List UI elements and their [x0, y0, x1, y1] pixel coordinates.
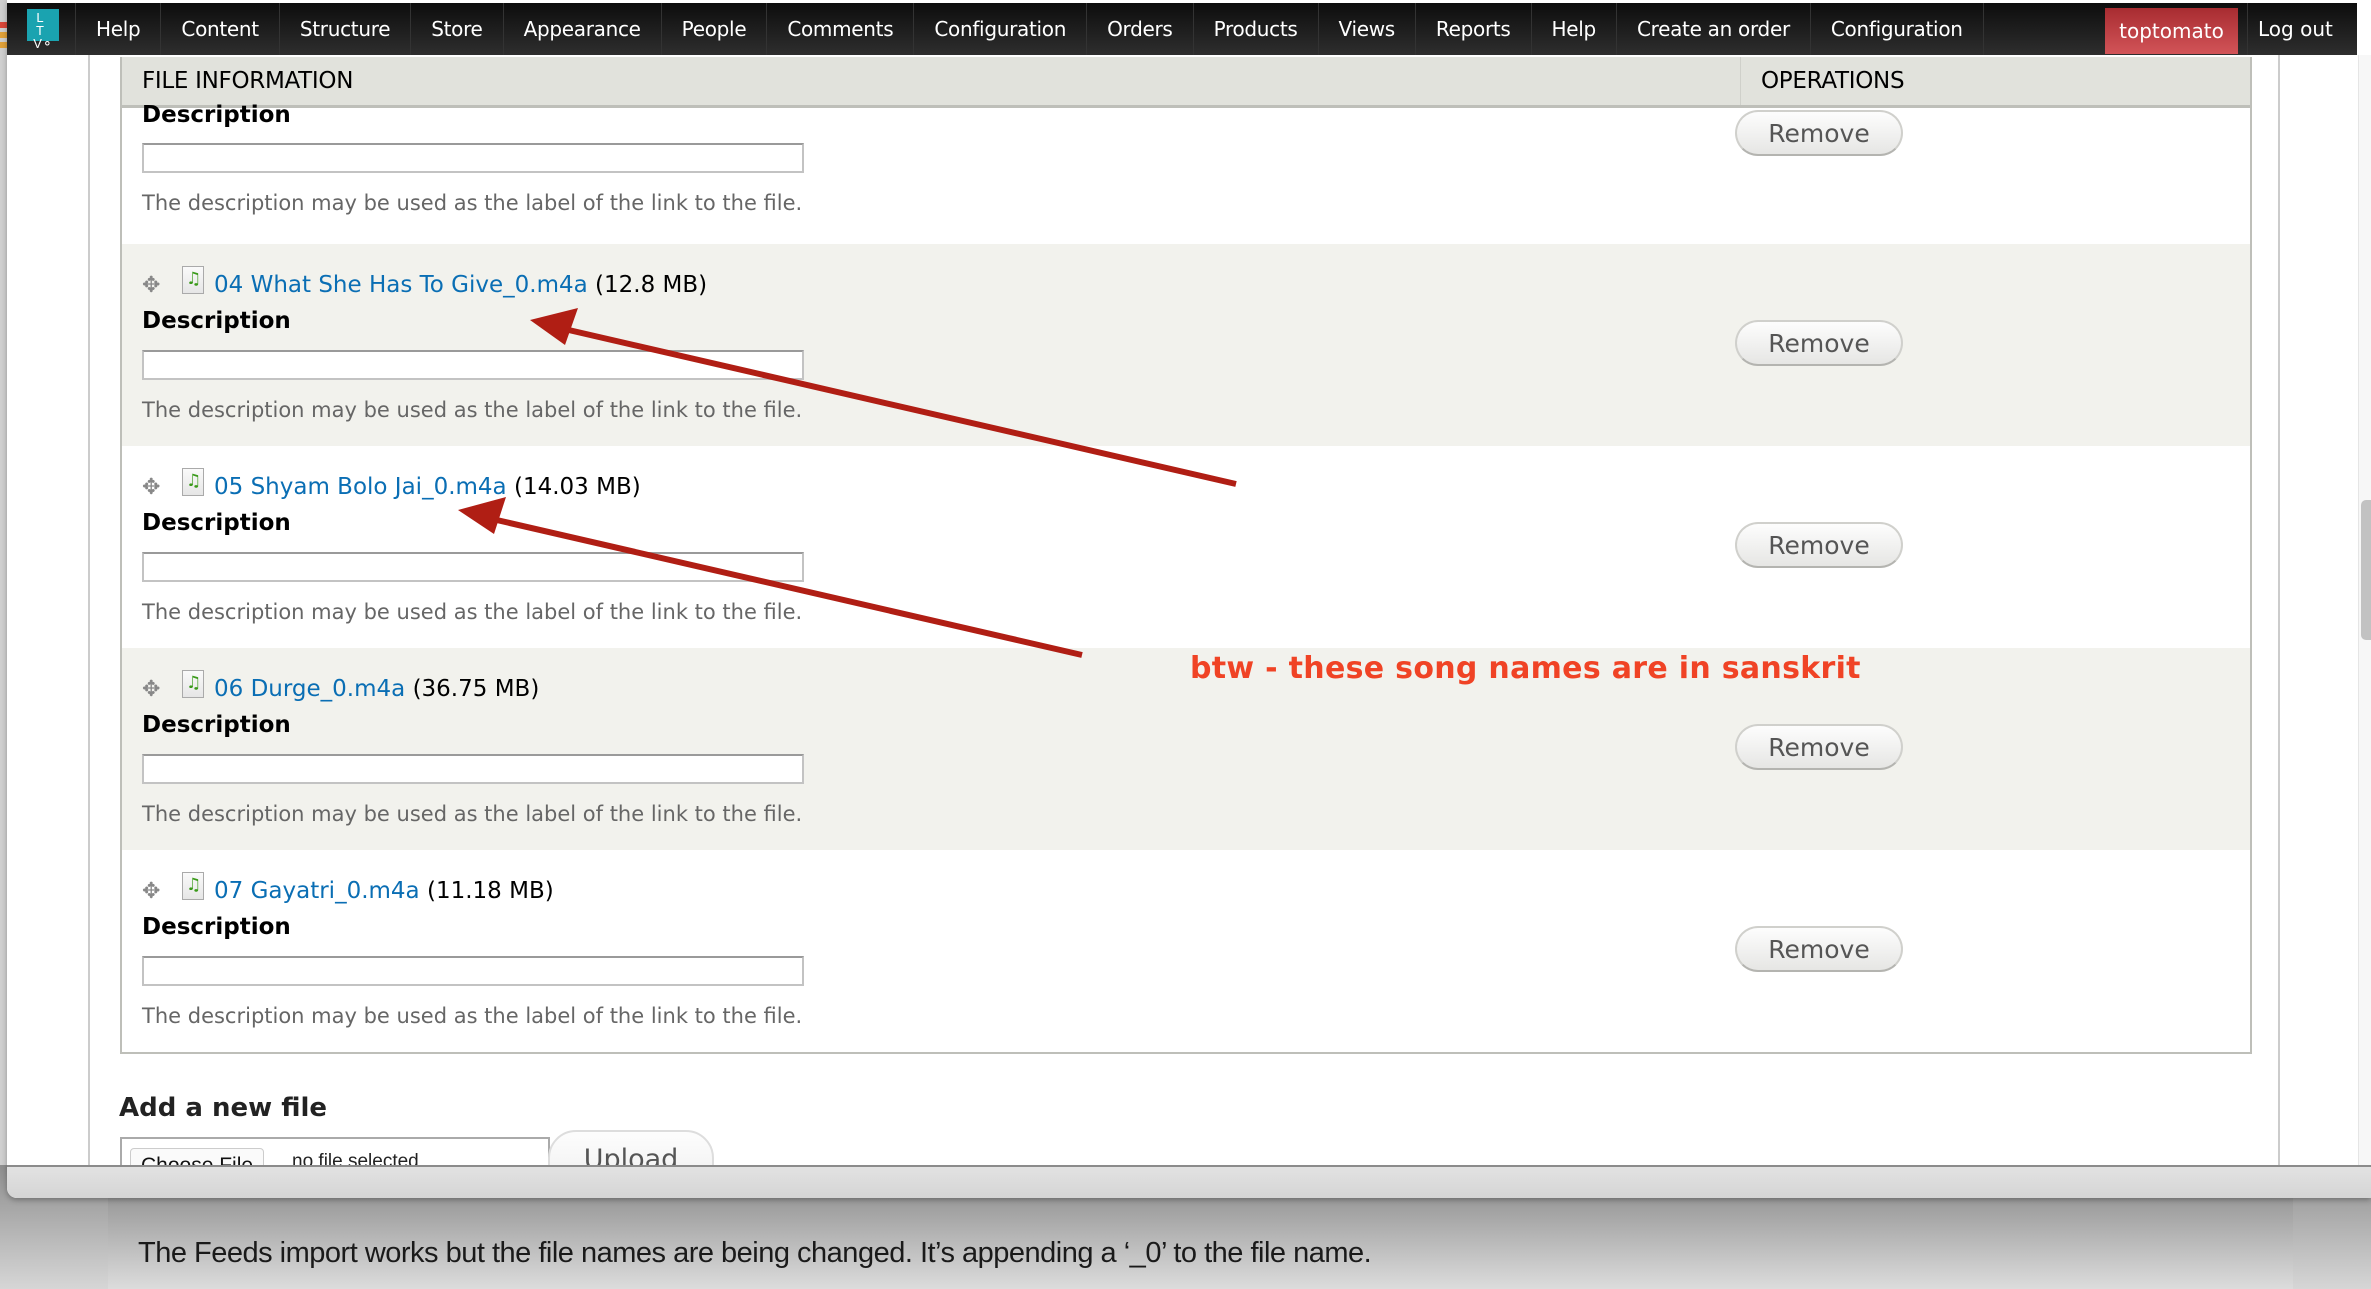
scrollbar-thumb[interactable] [2361, 500, 2371, 640]
nav-reports[interactable]: Reports [1414, 3, 1531, 55]
description-help-text: The description may be used as the label… [142, 191, 803, 215]
nav-configuration-2[interactable]: Configuration [1809, 3, 1984, 55]
nav-store[interactable]: Store [410, 3, 502, 55]
file-title: ✥ 06 Durge_0.m4a (36.75 MB) [142, 670, 539, 702]
description-input[interactable] [142, 552, 804, 582]
file-title: ✥ 07 Gayatri_0.m4a (11.18 MB) [142, 872, 554, 904]
description-help-text: The description may be used as the label… [142, 398, 803, 422]
nav-comments[interactable]: Comments [766, 3, 913, 55]
nav-configuration[interactable]: Configuration [913, 3, 1086, 55]
file-size: (11.18 MB) [426, 878, 554, 904]
user-account-link[interactable]: toptomato [2105, 8, 2238, 54]
table-row-partial: Description The description may be used … [122, 102, 2250, 244]
nav-people[interactable]: People [660, 3, 767, 55]
drag-handle-icon[interactable]: ✥ [142, 475, 182, 500]
table-row: ✥ 06 Durge_0.m4a (36.75 MB) Description T… [122, 648, 2250, 850]
remove-button[interactable]: Remove [1735, 320, 1903, 366]
toolbar-menu: Help Content Structure Store Appearance … [75, 3, 1984, 55]
choose-file-button[interactable]: Choose File [130, 1148, 265, 1165]
browser-tab-markers [0, 22, 7, 52]
file-title: ✥ 05 Shyam Bolo Jai_0.m4a (14.03 MB) [142, 468, 641, 500]
file-size: (12.8 MB) [595, 272, 708, 298]
right-column-divider [2278, 55, 2280, 1165]
description-label: Description [142, 308, 291, 334]
description-input[interactable] [142, 143, 804, 173]
file-link[interactable]: 04 What She Has To Give_0.m4a [214, 272, 588, 298]
logout-link[interactable]: Log out [2247, 3, 2333, 55]
nav-products[interactable]: Products [1192, 3, 1318, 55]
nav-content[interactable]: Content [160, 3, 278, 55]
logo-v-headphones-icon: V⚬ [33, 36, 53, 51]
logo-lt: L T [36, 10, 50, 38]
nav-help-2[interactable]: Help [1530, 3, 1616, 55]
table-row: ✥ 04 What She Has To Give_0.m4a (12.8 MB)… [122, 244, 2250, 446]
description-label: Description [142, 914, 291, 940]
site-logo[interactable]: L T V⚬ [27, 9, 59, 50]
admin-toolbar: L T V⚬ Help Content Structure Store Appe… [7, 3, 2357, 55]
drag-handle-icon[interactable]: ✥ [142, 273, 182, 298]
file-size: (36.75 MB) [412, 676, 540, 702]
nav-structure[interactable]: Structure [278, 3, 410, 55]
nav-create-order[interactable]: Create an order [1615, 3, 1810, 55]
header-file-information: FILE INFORMATION [142, 68, 354, 94]
file-title: ✥ 04 What She Has To Give_0.m4a (12.8 MB) [142, 266, 707, 298]
description-help-text: The description may be used as the label… [142, 802, 803, 826]
description-label: Description [142, 712, 291, 738]
nav-help[interactable]: Help [75, 3, 160, 55]
audio-file-icon [182, 872, 204, 900]
add-file-controls: Choose File no file selected Upload [0, 1120, 2371, 1165]
description-input[interactable] [142, 956, 804, 986]
description-help-text: The description may be used as the label… [142, 600, 803, 624]
audio-file-icon [182, 266, 204, 294]
description-label: Description [142, 102, 291, 128]
window-bottom-bar [7, 1165, 2371, 1198]
remove-button[interactable]: Remove [1735, 110, 1903, 156]
nav-appearance[interactable]: Appearance [502, 3, 661, 55]
file-link[interactable]: 05 Shyam Bolo Jai_0.m4a [214, 474, 507, 500]
description-label: Description [142, 510, 291, 536]
background-post-text: The Feeds import works but the file name… [138, 1237, 1372, 1269]
file-size: (14.03 MB) [513, 474, 641, 500]
annotation-text: btw - these song names are in sanskrit [1190, 651, 1861, 686]
remove-button[interactable]: Remove [1735, 926, 1903, 972]
audio-file-icon [182, 468, 204, 496]
description-input[interactable] [142, 754, 804, 784]
file-link[interactable]: 06 Durge_0.m4a [214, 676, 405, 702]
header-operations: OPERATIONS [1740, 57, 1905, 105]
add-file-heading: Add a new file [119, 1093, 328, 1123]
table-header: FILE INFORMATION OPERATIONS [122, 57, 2250, 108]
file-table: FILE INFORMATION OPERATIONS Description … [120, 57, 2252, 1054]
file-input-status: no file selected [292, 1151, 419, 1165]
description-input[interactable] [142, 350, 804, 380]
left-column-divider [88, 55, 90, 1165]
description-help-text: The description may be used as the label… [142, 1004, 803, 1028]
remove-button[interactable]: Remove [1735, 522, 1903, 568]
drag-handle-icon[interactable]: ✥ [142, 677, 182, 702]
remove-button[interactable]: Remove [1735, 724, 1903, 770]
nav-views[interactable]: Views [1317, 3, 1415, 55]
table-row: ✥ 07 Gayatri_0.m4a (11.18 MB) Description… [122, 850, 2250, 1050]
nav-orders[interactable]: Orders [1086, 3, 1192, 55]
file-link[interactable]: 07 Gayatri_0.m4a [214, 878, 420, 904]
audio-file-icon [182, 670, 204, 698]
file-input[interactable]: Choose File no file selected [120, 1137, 550, 1165]
upload-button[interactable]: Upload [548, 1130, 714, 1165]
drag-handle-icon[interactable]: ✥ [142, 879, 182, 904]
table-row: ✥ 05 Shyam Bolo Jai_0.m4a (14.03 MB) Desc… [122, 446, 2250, 648]
